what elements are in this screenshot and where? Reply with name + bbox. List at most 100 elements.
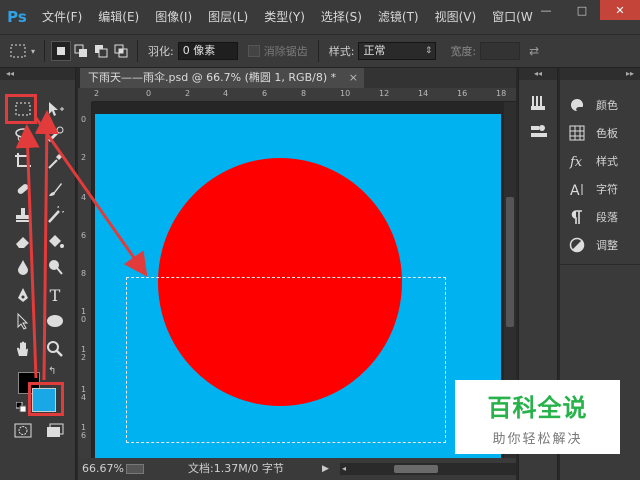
ruler-top-label: 4	[223, 89, 229, 98]
menu-view[interactable]: 视图(V)	[427, 0, 485, 34]
minimize-button[interactable]: —	[528, 0, 564, 20]
watermark-logo: 百科全说 助你轻松解决	[455, 380, 620, 454]
brush-presets-icon[interactable]	[529, 94, 549, 115]
menu-type[interactable]: 类型(Y)	[256, 0, 313, 34]
pen-tool-icon[interactable]	[12, 284, 34, 306]
intersect-selection-icon[interactable]	[111, 41, 131, 61]
panel-item-styles[interactable]: fx 样式	[568, 150, 618, 172]
color-palette-icon	[568, 96, 586, 114]
ruler-left-label: 4	[81, 193, 87, 202]
move-tool-icon[interactable]	[44, 98, 66, 120]
dodge-tool-icon[interactable]	[44, 256, 66, 278]
tools-panel-collapse-icon[interactable]: ◂◂	[0, 68, 75, 80]
panel-item-color-label: 颜色	[596, 99, 618, 112]
window-controls: — □ ✕	[528, 0, 640, 22]
ruler-top-label: 10	[340, 89, 351, 98]
ruler-left-label: 14	[81, 385, 87, 402]
ruler-left-label: 16	[81, 423, 87, 440]
ruler-top-label: 14	[418, 89, 429, 98]
chevron-down-icon[interactable]: ▾	[28, 41, 38, 61]
horizontal-scrollbar[interactable]: ◂	[340, 463, 516, 475]
watermark-title: 百科全说	[487, 394, 588, 422]
status-bar: 66.67% 文档:1.37M/0 字节 ▶ ◂	[78, 458, 516, 480]
crop-tool-icon[interactable]	[12, 150, 34, 172]
brush-tool-icon[interactable]	[44, 178, 66, 200]
menu-image[interactable]: 图像(I)	[147, 0, 200, 34]
ruler-vertical: 0 2 4 6 8 10 12 14 16	[78, 102, 92, 458]
options-bar: ▾ 羽化: 0 像素 消除锯齿 样式: 正常 ⇕ 宽度: ⇄	[0, 34, 640, 68]
hand-tool-icon[interactable]	[12, 338, 34, 360]
menu-file[interactable]: 文件(F)	[34, 0, 90, 34]
panel-item-color[interactable]: 颜色	[568, 94, 618, 116]
swap-colors-icon[interactable]: ↰	[48, 366, 56, 377]
panel-item-swatches[interactable]: 色板	[568, 122, 618, 144]
paint-bucket-tool-icon[interactable]	[44, 230, 66, 252]
tool-presets-icon[interactable]	[529, 122, 549, 143]
panel-item-character[interactable]: A 字符	[568, 178, 618, 200]
chevron-updown-icon: ⇕	[424, 46, 433, 56]
svg-text:fx: fx	[569, 155, 583, 169]
quick-mask-icon[interactable]	[12, 420, 34, 442]
ruler-left-label: 6	[81, 231, 87, 240]
photoshop-window: Ps 文件(F) 编辑(E) 图像(I) 图层(L) 类型(Y) 选择(S) 滤…	[0, 0, 640, 480]
menu-edit[interactable]: 编辑(E)	[90, 0, 147, 34]
maximize-button[interactable]: □	[564, 0, 600, 20]
add-selection-icon[interactable]	[71, 41, 91, 61]
style-select[interactable]: 正常 ⇕	[358, 42, 437, 60]
zoom-level[interactable]: 66.67%	[82, 458, 124, 480]
annotation-bgcolor-highlight	[28, 382, 64, 416]
panel-collapse-icon[interactable]: ◂◂	[519, 68, 557, 80]
scroll-left-icon[interactable]: ◂	[342, 463, 346, 475]
type-tool-icon[interactable]: T	[44, 284, 66, 306]
swap-width-height-icon[interactable]: ⇄	[524, 41, 544, 61]
svg-text:A: A	[570, 183, 580, 197]
close-button[interactable]: ✕	[600, 0, 640, 20]
default-colors-icon[interactable]	[15, 401, 27, 413]
panel-item-swatches-label: 色板	[596, 127, 618, 140]
vertical-scroll-thumb[interactable]	[506, 197, 514, 327]
menu-filter[interactable]: 滤镜(T)	[370, 0, 427, 34]
menu-layer[interactable]: 图层(L)	[200, 0, 256, 34]
screen-mode-icon[interactable]	[44, 420, 66, 442]
quick-selection-tool-icon[interactable]	[44, 124, 66, 146]
style-label: 样式:	[328, 45, 355, 58]
path-selection-tool-icon[interactable]	[12, 310, 34, 332]
menu-bar: Ps 文件(F) 编辑(E) 图像(I) 图层(L) 类型(Y) 选择(S) 滤…	[0, 0, 640, 34]
marquee-preset-icon[interactable]	[8, 41, 28, 61]
ruler-top-label: 2	[94, 89, 100, 98]
blur-tool-icon[interactable]	[12, 256, 34, 278]
ruler-top-label: 8	[301, 89, 307, 98]
ellipse-tool-icon[interactable]	[44, 310, 66, 332]
antialias-checkbox[interactable]	[247, 45, 260, 57]
horizontal-scroll-thumb[interactable]	[394, 465, 438, 473]
close-tab-icon[interactable]: ×	[349, 68, 358, 88]
feather-input[interactable]: 0 像素	[177, 42, 238, 60]
subtract-selection-icon[interactable]	[91, 41, 111, 61]
document-tab[interactable]: 下雨天——雨伞.psd @ 66.7% (椭圆 1, RGB/8) * ×	[80, 68, 364, 88]
new-selection-icon[interactable]	[51, 41, 71, 61]
lasso-tool-icon[interactable]	[12, 124, 34, 146]
healing-brush-tool-icon[interactable]	[12, 178, 34, 200]
panel-divider	[560, 264, 640, 265]
ruler-horizontal: 20246810121416182022	[92, 88, 584, 102]
eyedropper-tool-icon[interactable]	[44, 150, 66, 172]
clone-stamp-tool-icon[interactable]	[12, 204, 34, 226]
zoom-tool-icon[interactable]	[44, 338, 66, 360]
panel-item-adjustments[interactable]: 调整	[568, 234, 618, 256]
width-label: 宽度:	[450, 45, 477, 58]
watermark-subtitle: 助你轻松解决	[492, 432, 583, 447]
adjustments-icon	[568, 236, 586, 254]
ruler-top-label: 18	[496, 89, 507, 98]
history-brush-tool-icon[interactable]	[44, 204, 66, 226]
menu-select[interactable]: 选择(S)	[313, 0, 370, 34]
swatches-icon	[568, 124, 586, 142]
annotation-marquee-highlight	[5, 94, 37, 124]
feather-label: 羽化:	[148, 45, 174, 58]
panel-collapse-icon[interactable]: ▸▸	[560, 68, 640, 80]
width-input[interactable]	[480, 42, 521, 60]
character-icon: A	[568, 180, 586, 198]
status-menu-arrow-icon[interactable]: ▶	[322, 458, 329, 480]
panel-item-paragraph[interactable]: 段落	[568, 206, 618, 228]
eraser-tool-icon[interactable]	[12, 230, 34, 252]
panel-item-styles-label: 样式	[596, 155, 618, 168]
